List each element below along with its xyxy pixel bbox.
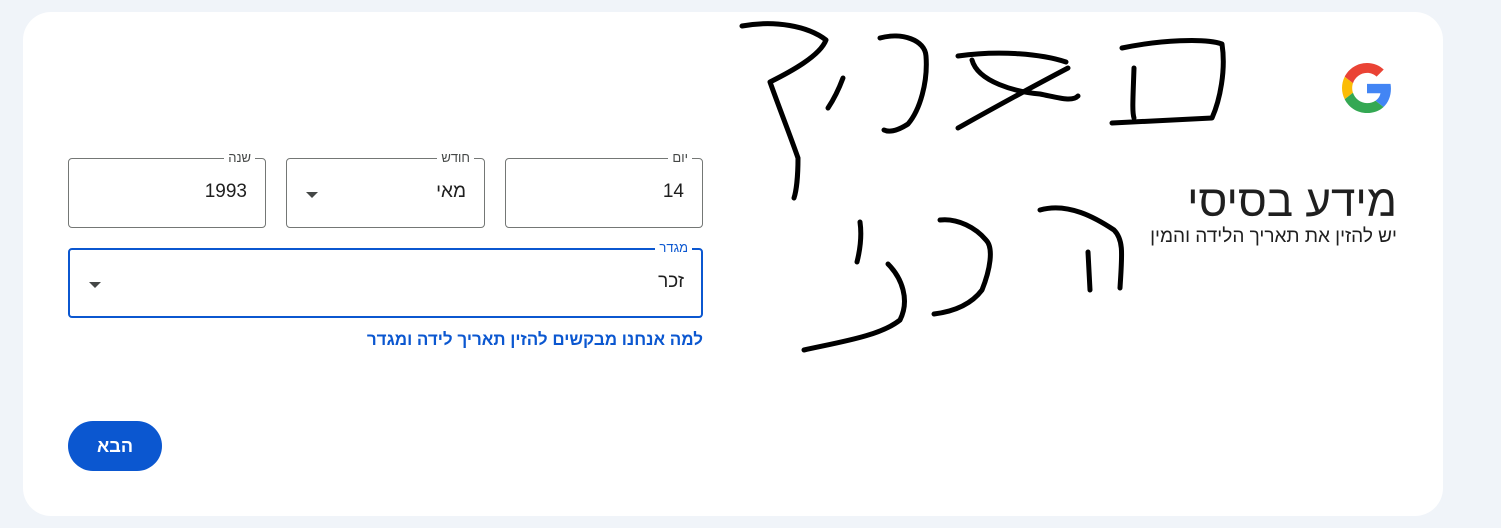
month-value: מאי (436, 181, 466, 202)
day-value: 14 (662, 181, 684, 202)
month-select[interactable]: חודש מאי (286, 150, 485, 228)
gender-select[interactable]: מגדר זכר (68, 240, 703, 318)
next-button[interactable]: הבא (68, 421, 162, 471)
page-title: מידע בסיסי (1187, 177, 1397, 227)
gender-value: זכר (658, 271, 684, 292)
page-subtitle: יש להזין את תאריך הלידה והמין (1150, 226, 1397, 247)
chevron-down-icon (89, 282, 101, 288)
day-field[interactable]: יום 14 (505, 150, 703, 228)
year-field[interactable]: שנה 1993 (68, 150, 266, 228)
why-birthday-gender-link[interactable]: למה אנחנו מבקשים להזין תאריך לידה ומגדר (367, 330, 703, 350)
google-logo-icon (1342, 63, 1391, 113)
year-label: שנה (224, 150, 255, 166)
month-label: חודש (437, 150, 474, 166)
chevron-down-icon (306, 192, 318, 198)
day-label: יום (668, 150, 692, 166)
year-value: 1993 (204, 181, 247, 202)
gender-label: מגדר (655, 240, 692, 256)
